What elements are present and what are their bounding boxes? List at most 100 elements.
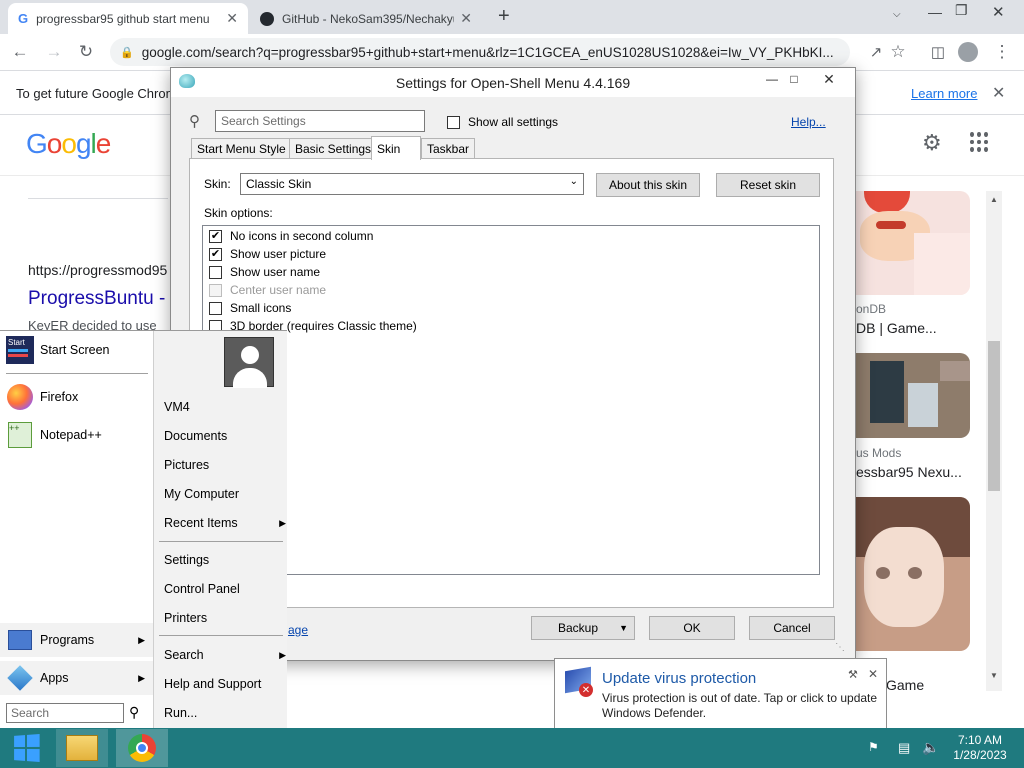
bookmark-star-icon[interactable]: ☆ xyxy=(884,38,912,66)
user-picture-avatar[interactable] xyxy=(224,337,274,388)
reload-icon[interactable]: ↻ xyxy=(72,38,100,66)
checkbox-box[interactable] xyxy=(209,301,222,315)
scrollbar-thumb[interactable] xyxy=(988,341,1000,491)
taskbar-file-explorer[interactable] xyxy=(56,729,108,767)
option-show-user-picture[interactable]: ✔ Show user picture xyxy=(209,245,326,263)
menu-item-recent-items[interactable]: Recent Items ▶ xyxy=(164,512,286,534)
firefox-item[interactable]: Firefox xyxy=(0,380,150,414)
clock-date: 1/28/2023 xyxy=(953,748,1007,762)
menu-item-my-computer[interactable]: My Computer xyxy=(164,483,284,505)
dropdown-arrow-icon: ▼ xyxy=(619,623,628,633)
menu-item-settings[interactable]: Settings xyxy=(164,549,284,571)
window-title: Settings for Open-Shell Menu 4.4.169 xyxy=(395,74,631,91)
show-all-settings-checkbox[interactable]: Show all settings xyxy=(447,115,558,129)
notification-body: Virus protection is out of date. Tap or … xyxy=(602,691,878,720)
menu-item-run[interactable]: Run... xyxy=(164,702,284,724)
minimize-icon[interactable]: — xyxy=(928,4,942,20)
skin-select[interactable]: Classic Skin ⌄ xyxy=(240,173,584,195)
menu-item-search[interactable]: Search ▶ xyxy=(164,644,286,666)
back-icon[interactable]: ← xyxy=(6,38,34,66)
image-title[interactable]: essbar95 Nexu... xyxy=(856,464,962,480)
close-window-icon[interactable]: ✕ xyxy=(992,3,1005,21)
profile-avatar[interactable] xyxy=(954,38,982,66)
image-result-thumbnail[interactable] xyxy=(856,497,970,651)
checkbox-checked[interactable]: ✔ xyxy=(209,229,222,243)
new-tab-button[interactable]: + xyxy=(498,5,510,28)
option-small-icons[interactable]: Small icons xyxy=(209,299,291,317)
start-search-input[interactable]: Search xyxy=(6,703,124,723)
checkbox-box[interactable] xyxy=(209,265,222,279)
network-icon[interactable]: ▤ xyxy=(898,740,910,756)
reset-skin-button[interactable]: Reset skin xyxy=(716,173,820,197)
checkbox-box[interactable] xyxy=(447,115,460,129)
browser-tab[interactable]: GitHub - NekoSam395/Nechakyu ✕ xyxy=(250,3,482,34)
tab-start-menu-style[interactable]: Start Menu Style xyxy=(191,138,292,159)
tab-skin[interactable]: Skin xyxy=(371,136,421,160)
learn-more-link[interactable]: Learn more xyxy=(911,86,977,101)
close-tab-icon[interactable]: ✕ xyxy=(460,10,472,27)
address-bar[interactable]: 🔒 google.com/search?q=progressbar95+gith… xyxy=(110,38,850,66)
result-title-link[interactable]: ProgressBuntu - xyxy=(28,288,165,310)
settings-gear-icon[interactable]: ⚙ xyxy=(922,130,942,156)
firefox-icon xyxy=(6,383,34,411)
taskbar-clock[interactable]: 7:10 AM 1/28/2023 xyxy=(950,733,1010,763)
clock-time: 7:10 AM xyxy=(957,733,1003,747)
ok-button[interactable]: OK xyxy=(649,616,735,640)
option-show-user-name[interactable]: Show user name xyxy=(209,263,320,281)
scroll-down-icon[interactable]: ▼ xyxy=(990,671,998,680)
chrome-menu-icon[interactable]: ⋮ xyxy=(988,38,1016,66)
menu-item-printers[interactable]: Printers xyxy=(164,607,284,629)
scroll-up-icon[interactable]: ▲ xyxy=(990,195,998,204)
start-tile-text: Start xyxy=(8,338,25,347)
close-tab-icon[interactable]: ✕ xyxy=(226,10,238,27)
item-label: Apps xyxy=(40,671,69,685)
tab-basic-settings[interactable]: Basic Settings xyxy=(289,138,378,159)
notepadpp-item[interactable]: ++ Notepad++ xyxy=(0,418,150,452)
close-window-icon[interactable]: ✕ xyxy=(809,68,849,90)
defender-tray-icon[interactable]: ⚑ xyxy=(868,740,879,754)
side-panel-icon[interactable]: ◫ xyxy=(924,38,952,66)
scrollbar-track[interactable]: ▲ ▼ xyxy=(986,191,1002,691)
close-icon[interactable]: ✕ xyxy=(868,667,878,681)
search-settings-input[interactable]: Search Settings xyxy=(215,110,425,132)
menu-item-help-support[interactable]: Help and Support xyxy=(164,673,284,695)
close-infobar-icon[interactable]: ✕ xyxy=(992,83,1005,103)
menu-item-pictures[interactable]: Pictures xyxy=(164,454,284,476)
tab-taskbar[interactable]: Taskbar xyxy=(421,138,476,159)
tab-search-chevron-icon[interactable]: ⌵ xyxy=(893,9,901,20)
image-title[interactable]: DB | Game... xyxy=(856,320,937,336)
option-no-icons-second-column[interactable]: ✔ No icons in second column xyxy=(209,227,373,245)
taskbar-chrome[interactable] xyxy=(116,729,168,767)
defender-warning-icon: ✕ xyxy=(565,666,595,697)
programs-item[interactable]: Programs ▶ xyxy=(0,623,153,657)
start-screen-icon: Start xyxy=(6,336,34,364)
start-screen-item[interactable]: Start Start Screen xyxy=(0,333,150,367)
forward-icon[interactable]: → xyxy=(40,38,68,66)
homepage-link[interactable]: age xyxy=(288,623,308,637)
image-result-thumbnail[interactable] xyxy=(856,353,970,438)
menu-item-control-panel[interactable]: Control Panel xyxy=(164,578,284,600)
cancel-button[interactable]: Cancel xyxy=(749,616,835,640)
menu-item-documents[interactable]: Documents xyxy=(164,425,284,447)
notepadpp-icon: ++ xyxy=(6,421,34,449)
update-virus-protection-notification[interactable]: ✕ Update virus protection Virus protecti… xyxy=(554,658,887,730)
window-titlebar[interactable]: Settings for Open-Shell Menu 4.4.169 — □… xyxy=(171,68,855,97)
image-result-thumbnail[interactable] xyxy=(856,191,970,295)
volume-icon[interactable]: 🔈 xyxy=(922,739,939,756)
about-skin-button[interactable]: About this skin xyxy=(596,173,700,197)
menu-item-vm4[interactable]: VM4 xyxy=(164,396,284,418)
resize-grip-icon[interactable]: ⋱ xyxy=(835,642,845,653)
search-icon[interactable]: ⚲ xyxy=(129,704,139,721)
apps-item[interactable]: Apps ▶ xyxy=(0,661,153,695)
restore-icon[interactable]: ❐ xyxy=(955,2,968,19)
apps-grid-icon[interactable] xyxy=(970,132,990,152)
image-title[interactable]: Game xyxy=(886,677,924,693)
browser-tab-active[interactable]: G progressbar95 github start menu ✕ xyxy=(8,3,248,34)
checkbox-checked[interactable]: ✔ xyxy=(209,247,222,261)
windows-start-button[interactable] xyxy=(0,729,52,767)
help-link[interactable]: Help... xyxy=(791,115,826,129)
item-label: Start Screen xyxy=(40,343,110,357)
backup-button[interactable]: Backup ▼ xyxy=(531,616,635,640)
pin-icon[interactable]: ⚒ xyxy=(848,668,858,681)
maximize-icon[interactable]: □ xyxy=(777,68,811,90)
